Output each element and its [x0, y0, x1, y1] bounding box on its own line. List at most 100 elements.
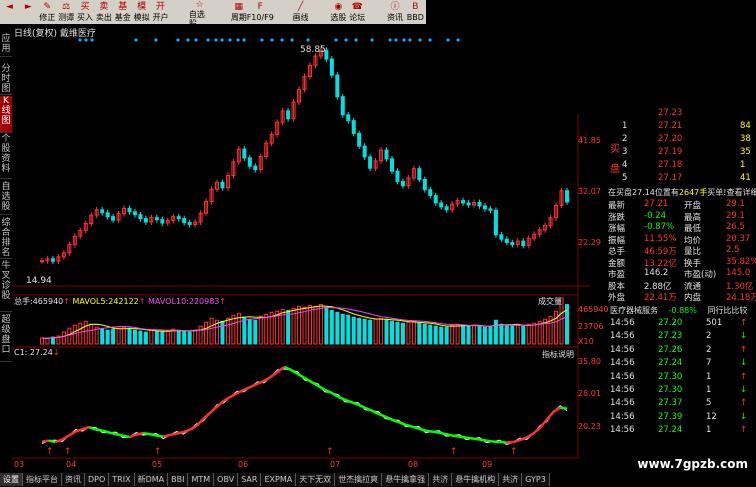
sidebar-item[interactable]: 牛叉诊股 [0, 261, 12, 312]
bottom-tab[interactable]: 共济 [499, 473, 523, 486]
toolbar-button[interactable]: ╱ 画线 [291, 0, 310, 24]
toolbar-button[interactable]: ☎ 论坛 [348, 0, 367, 24]
order-book-row[interactable]: 5 27.17 41 [608, 173, 756, 185]
x-tick-label: 06 [238, 460, 249, 469]
bottom-tab[interactable]: EXPMA [261, 473, 297, 486]
tick-row: 14:56 27.23 2 ↓ [608, 331, 756, 343]
bottom-tab[interactable]: 天下无双 [296, 473, 336, 486]
quote-value: 24.18万 [726, 293, 756, 303]
bottom-tab[interactable]: 悬牛擒机构 [452, 473, 500, 486]
candle-body [111, 216, 116, 221]
sidebar-item[interactable]: 超级盘口 [0, 315, 12, 362]
quote-value: 145.0 [726, 268, 751, 278]
candle-body [504, 238, 509, 244]
sidebar-item[interactable]: 分时图 [0, 64, 12, 95]
tick-direction-icon: ↑ [740, 344, 748, 355]
x-tick-label: 07 [330, 460, 341, 469]
volume-bar [444, 326, 449, 345]
toolbar-button[interactable] [367, 0, 386, 24]
toolbar-button[interactable]: ► [19, 0, 38, 24]
toolbar-button[interactable]: ▦ 周期 [229, 0, 248, 24]
toolbar-button[interactable] [210, 0, 229, 24]
bottom-tab[interactable]: BBI [168, 473, 189, 486]
volume-button[interactable]: 成交量 [538, 296, 562, 307]
toolbar-button[interactable]: 模模拟 [132, 0, 151, 24]
order-book-row[interactable]: 27.23 [608, 108, 756, 120]
order-book-row[interactable]: 1 27.21 84 [608, 121, 756, 133]
bottom-tab[interactable]: 悬牛擒拿强 [382, 473, 430, 486]
toolbar-button[interactable]: ⚖ 测谭 [57, 0, 76, 24]
order-book-row[interactable]: 3 27.19 35 [608, 147, 756, 159]
sidebar-item[interactable]: 个股资料 [0, 134, 12, 179]
indicator-slow-segment [109, 431, 117, 436]
tick-row: 14:56 27.24 1 ↑ [608, 425, 756, 437]
indicator-value: C1: 27.24 [14, 348, 53, 357]
candle-body [127, 207, 132, 213]
watermark: www.7gpzb.com [637, 457, 748, 471]
bottom-tab[interactable]: 指标平台 [23, 473, 62, 486]
quote-row: 最新 27.21 开盘 29.1 [608, 199, 756, 211]
industry-compare-link[interactable]: 同行比比较 [707, 306, 747, 315]
toolbar-button[interactable]: ☆ 自选股 [189, 0, 211, 29]
volume-bar [160, 331, 165, 345]
candle-body [340, 96, 345, 116]
bottom-tab[interactable]: DPO [85, 473, 110, 486]
toolbar-button[interactable]: ⓘ 资讯 [386, 0, 405, 24]
quote-value: 29.1 [726, 210, 745, 221]
toolbar-button[interactable] [310, 0, 329, 24]
toolbar-button[interactable]: 卖卖出 [94, 0, 113, 24]
tick-price: 27.20 [658, 318, 683, 328]
bottom-tab[interactable]: 共济 [429, 473, 453, 486]
indicator-slow-segment [445, 432, 453, 437]
candle-body [461, 200, 466, 204]
indicator-slow-segment [176, 430, 184, 435]
indicator-help-button[interactable]: 指标说明 [542, 349, 574, 360]
level-volume: 1 [740, 160, 746, 170]
toolbar-button[interactable]: 买买入 [76, 0, 95, 24]
industry-row[interactable]: 医疗器械服务 -0.88% 同行比比较 [610, 305, 747, 316]
bottom-tab[interactable]: 世杰擒拉爽 [335, 473, 383, 486]
toolbar-button[interactable]: B BBD [405, 0, 427, 24]
candle-body [482, 205, 487, 210]
toolbar-button[interactable]: ◉ 选股 [329, 0, 348, 24]
bottom-tab[interactable]: TRIX [109, 473, 135, 486]
level-number: 4 [622, 160, 628, 170]
toolbar-button[interactable]: F F10/F9 [247, 0, 274, 24]
quote-label: 市盈 [608, 270, 626, 280]
order-book-row[interactable]: 2 27.20 38 [608, 134, 756, 146]
volume-bar [111, 328, 116, 345]
bottom-tab[interactable]: 新DMA [134, 473, 169, 486]
indicator-slow-segment [162, 433, 171, 438]
bottom-tab[interactable]: 资讯 [62, 473, 85, 486]
volume-header: 总手:465940↑ MAVOL5:242122↑ MAVOL10:220983… [14, 297, 227, 306]
sidebar-item[interactable]: K线图 [0, 96, 12, 133]
buy-signal-icon: ↑ [326, 447, 334, 457]
toolbar-button[interactable]: 开开户 [151, 0, 170, 24]
order-book-row[interactable]: 4 27.18 1 [608, 160, 756, 172]
big-order-alert[interactable]: 在买盘27.14位置有2647手买单!查看详细 [608, 187, 756, 198]
sidebar-item[interactable]: 综合排名 [0, 218, 12, 259]
volume-bar [335, 311, 340, 345]
toolbar-button[interactable] [170, 0, 189, 24]
bottom-tab[interactable]: OBV [214, 473, 239, 486]
tick-direction-icon: ↓ [740, 358, 748, 369]
tick-price: 27.24 [658, 425, 683, 436]
bottom-tab[interactable]: 设置 [0, 473, 23, 486]
toolbar-button[interactable] [272, 0, 291, 24]
bottom-tab[interactable]: GYP3 [522, 473, 550, 486]
alert-action[interactable]: 买单!查看详细 [707, 188, 756, 197]
bottom-tab[interactable]: MTM [188, 473, 215, 486]
toolbar-button[interactable]: 基基金 [113, 0, 132, 24]
volume-bar [138, 330, 143, 345]
bottom-tab[interactable]: SAR [238, 473, 262, 486]
tick-direction-icon: ↑ [740, 425, 748, 436]
toolbar-button[interactable]: ◄ [0, 0, 19, 24]
toolbar-button[interactable]: ✎ 修正 [38, 0, 57, 24]
candle-body [422, 178, 427, 191]
sidebar-item[interactable]: 自选股 [0, 182, 12, 215]
tick-price: 27.30 [658, 371, 683, 382]
indicator-slow-segment [122, 434, 130, 439]
toolbar-icon: ▦ [234, 1, 244, 12]
sidebar-item[interactable]: 应用 [0, 34, 12, 57]
toolbar-icon: 开 [156, 1, 166, 12]
